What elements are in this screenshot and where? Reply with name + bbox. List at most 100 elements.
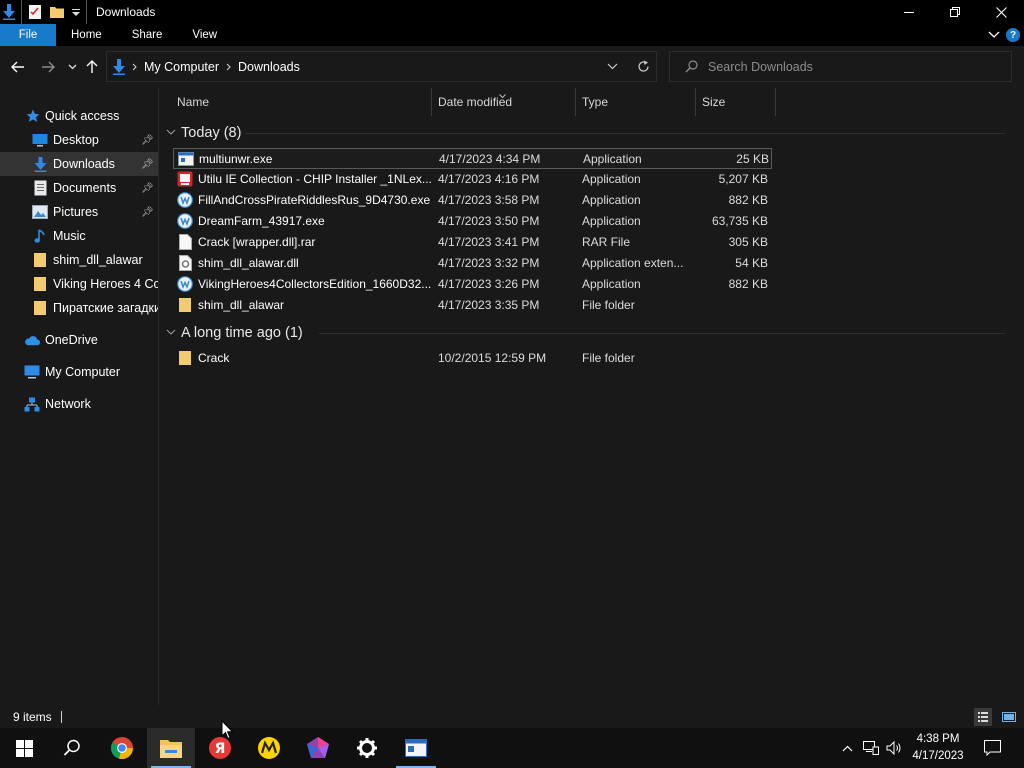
address-bar[interactable]: My Computer Downloads bbox=[106, 51, 657, 82]
nav-item-my-computer[interactable]: My Computer bbox=[0, 360, 158, 384]
help-icon[interactable]: ? bbox=[1006, 28, 1020, 42]
back-button[interactable] bbox=[10, 58, 26, 76]
nav-item-documents[interactable]: Documents 📌︎ bbox=[0, 176, 158, 200]
taskbar-chrome[interactable] bbox=[98, 728, 146, 768]
file-size: 882 KB bbox=[728, 193, 768, 207]
group-header-today[interactable]: Today (8) bbox=[181, 123, 241, 143]
taskbar-settings[interactable] bbox=[343, 728, 391, 768]
status-bar: 9 items bbox=[0, 705, 1024, 728]
network-tray-button[interactable] bbox=[861, 728, 881, 768]
column-divider[interactable] bbox=[775, 88, 776, 116]
search-box[interactable] bbox=[669, 51, 1012, 82]
nav-item-viking-heroes[interactable]: Viking Heroes 4 Col bbox=[0, 272, 158, 296]
forward-button[interactable] bbox=[40, 58, 56, 76]
folder-icon bbox=[177, 297, 193, 313]
address-history-dropdown[interactable] bbox=[607, 63, 618, 70]
folder-icon bbox=[32, 276, 48, 292]
taskbar-window-app[interactable] bbox=[392, 728, 440, 768]
group-header-long-ago[interactable]: A long time ago (1) bbox=[181, 323, 303, 343]
close-button[interactable] bbox=[978, 0, 1024, 24]
recent-locations-button[interactable] bbox=[64, 58, 80, 76]
nav-item-onedrive[interactable]: OneDrive bbox=[0, 328, 158, 352]
file-row-utilu-ie-collection[interactable]: Utilu IE Collection - CHIP Installer _1N… bbox=[173, 169, 772, 190]
column-header-size[interactable]: Size bbox=[702, 88, 772, 116]
tab-file[interactable]: File bbox=[0, 24, 56, 46]
file-date: 4/17/2023 3:32 PM bbox=[438, 256, 540, 270]
refresh-button[interactable] bbox=[637, 60, 650, 73]
taskbar-gem-app[interactable] bbox=[294, 728, 342, 768]
taskbar-clock[interactable]: 4:38 PM 4/17/2023 bbox=[903, 728, 973, 768]
collapse-group-icon[interactable] bbox=[166, 327, 176, 337]
item-count: 9 items bbox=[13, 709, 52, 724]
new-folder-icon[interactable] bbox=[49, 0, 65, 24]
minimize-button[interactable] bbox=[886, 0, 932, 24]
column-header-type[interactable]: Type bbox=[582, 88, 694, 116]
music-note-icon bbox=[32, 228, 48, 244]
restore-button[interactable] bbox=[932, 0, 978, 24]
search-icon bbox=[685, 60, 698, 73]
pin-icon[interactable]: 📌︎ bbox=[141, 207, 154, 218]
file-date: 4/17/2023 3:35 PM bbox=[438, 298, 540, 312]
tab-view[interactable]: View bbox=[177, 24, 232, 46]
file-size: 25 KB bbox=[736, 152, 769, 166]
customize-toolbar-icon[interactable] bbox=[71, 0, 81, 24]
file-row-crack-folder[interactable]: Crack 10/2/2015 12:59 PM File folder bbox=[173, 348, 772, 369]
pin-icon[interactable]: 📌︎ bbox=[141, 135, 154, 146]
nav-item-network[interactable]: Network bbox=[0, 392, 158, 416]
volume-tray-button[interactable] bbox=[884, 728, 904, 768]
nav-item-pirate-riddles[interactable]: Пиратские загадки bbox=[0, 296, 158, 320]
pin-icon[interactable]: 📌︎ bbox=[141, 183, 154, 194]
expand-ribbon-icon[interactable] bbox=[988, 28, 1000, 42]
action-center-button[interactable] bbox=[980, 728, 1004, 768]
file-date: 4/17/2023 3:50 PM bbox=[438, 214, 540, 228]
file-name: Crack [wrapper.dll].rar bbox=[198, 235, 316, 249]
start-button[interactable] bbox=[0, 728, 48, 768]
chrome-icon bbox=[111, 737, 134, 760]
clock-date: 4/17/2023 bbox=[912, 750, 964, 762]
file-row-shim-dll[interactable]: shim_dll_alawar.dll 4/17/2023 3:32 PM Ap… bbox=[173, 253, 772, 274]
breadcrumb-chevron-icon[interactable] bbox=[226, 63, 231, 71]
breadcrumb-my-computer[interactable]: My Computer bbox=[144, 60, 219, 74]
file-explorer-icon bbox=[160, 740, 182, 758]
file-row-shim-dll-folder[interactable]: shim_dll_alawar 4/17/2023 3:35 PM File f… bbox=[173, 295, 772, 316]
column-header-name[interactable]: Name bbox=[177, 88, 429, 116]
gem-app-icon bbox=[307, 737, 329, 758]
taskbar-yandex-market[interactable] bbox=[245, 728, 293, 768]
file-row-fillandcross[interactable]: FillAndCrossPirateRiddlesRus_9D4730.exe … bbox=[173, 190, 772, 211]
column-header-date-modified[interactable]: Date modified bbox=[438, 88, 576, 116]
details-view-button[interactable] bbox=[974, 708, 992, 726]
large-icons-view-button[interactable] bbox=[1000, 708, 1018, 726]
column-divider[interactable] bbox=[575, 88, 576, 116]
close-icon bbox=[995, 6, 1007, 18]
tab-home[interactable]: Home bbox=[56, 24, 117, 46]
file-row-dreamfarm[interactable]: DreamFarm_43917.exe 4/17/2023 3:50 PM Ap… bbox=[173, 211, 772, 232]
file-row-multiunwr[interactable]: multiunwr.exe 4/17/2023 4:34 PM Applicat… bbox=[173, 148, 772, 169]
taskbar-yandex-browser[interactable]: Я bbox=[196, 728, 244, 768]
document-icon bbox=[32, 180, 48, 196]
show-hidden-icons-button[interactable] bbox=[838, 728, 856, 768]
file-row-vikingheroes[interactable]: VikingHeroes4CollectorsEdition_1660D32..… bbox=[173, 274, 772, 295]
folder-icon bbox=[177, 350, 193, 366]
properties-icon[interactable] bbox=[27, 0, 43, 24]
nav-item-shim-dll-alawar[interactable]: shim_dll_alawar bbox=[0, 248, 158, 272]
speaker-icon bbox=[886, 741, 901, 755]
column-divider[interactable] bbox=[431, 88, 432, 116]
nav-item-desktop[interactable]: Desktop 📌︎ bbox=[0, 128, 158, 152]
pin-icon[interactable]: 📌︎ bbox=[141, 159, 154, 170]
tab-share[interactable]: Share bbox=[117, 24, 178, 46]
breadcrumb-chevron-icon[interactable] bbox=[132, 63, 137, 71]
file-row-crack-rar[interactable]: Crack [wrapper.dll].rar 4/17/2023 3:41 P… bbox=[173, 232, 772, 253]
notification-icon bbox=[983, 740, 1001, 756]
breadcrumb-downloads[interactable]: Downloads bbox=[238, 60, 300, 74]
column-divider[interactable] bbox=[695, 88, 696, 116]
nav-item-music[interactable]: Music bbox=[0, 224, 158, 248]
nav-item-downloads[interactable]: Downloads 📌︎ bbox=[0, 152, 158, 176]
taskbar-search-button[interactable] bbox=[48, 728, 96, 768]
file-name: FillAndCrossPirateRiddlesRus_9D4730.exe bbox=[198, 193, 431, 207]
nav-item-pictures[interactable]: Pictures 📌︎ bbox=[0, 200, 158, 224]
search-input[interactable] bbox=[708, 59, 998, 74]
up-button[interactable] bbox=[84, 58, 100, 76]
taskbar-file-explorer[interactable] bbox=[147, 728, 195, 768]
nav-item-quick-access[interactable]: Quick access bbox=[0, 104, 158, 128]
collapse-group-icon[interactable] bbox=[166, 127, 176, 137]
